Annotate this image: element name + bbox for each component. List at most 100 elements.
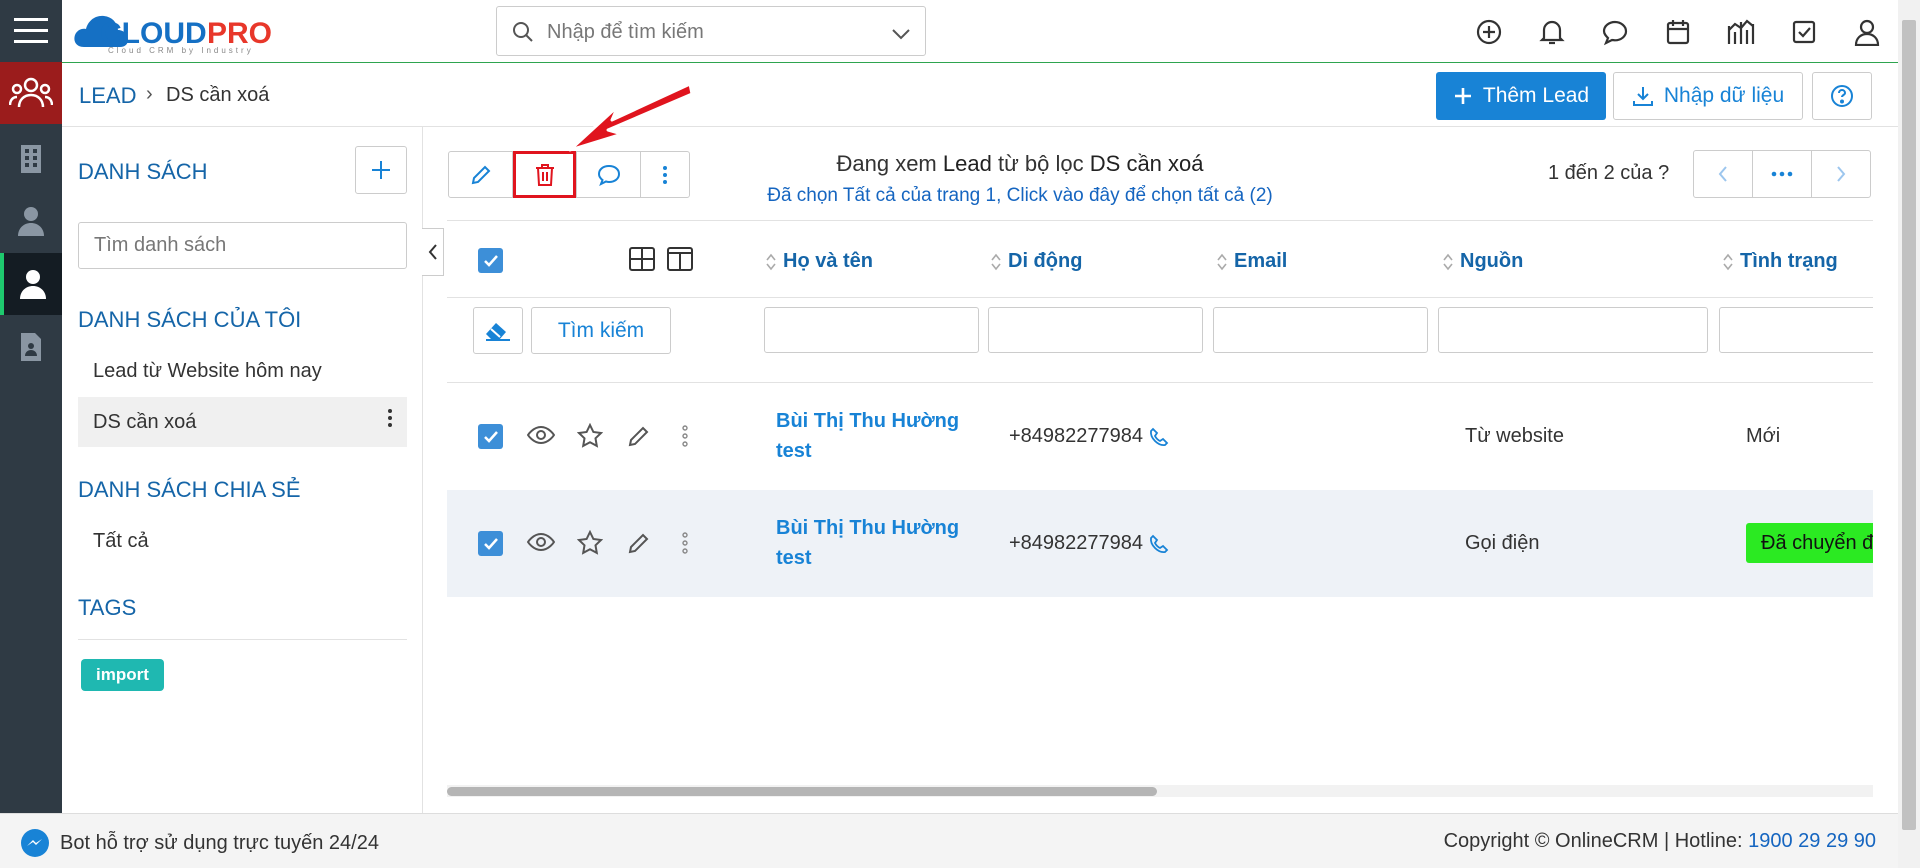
scrollbar-thumb[interactable] <box>447 787 1157 796</box>
row-menu-icon[interactable] <box>682 425 688 453</box>
rail-building-icon[interactable] <box>0 128 62 190</box>
lead-status-badge: Đã chuyển đổi <box>1746 523 1873 563</box>
column-mobile[interactable]: Di động <box>990 250 1082 273</box>
kebab-menu-icon[interactable] <box>387 397 393 447</box>
list-item-lead-website[interactable]: Lead từ Website hôm nay <box>78 346 407 396</box>
rail-document-icon[interactable] <box>0 316 62 378</box>
column-mobile-label: Di động <box>1008 250 1083 272</box>
comment-icon[interactable] <box>577 152 641 197</box>
eraser-clear-icon[interactable] <box>473 307 523 354</box>
next-page-button[interactable] <box>1812 151 1870 197</box>
column-name[interactable]: Họ và tên <box>765 250 873 273</box>
add-lead-label: Thêm Lead <box>1482 84 1590 107</box>
edit-pencil-icon[interactable] <box>627 424 651 454</box>
lead-source: Từ website <box>1465 425 1564 447</box>
help-button[interactable] <box>1812 72 1872 120</box>
collapse-panel-button[interactable] <box>422 228 444 276</box>
horizontal-scrollbar[interactable] <box>447 785 1873 797</box>
filter-status-input[interactable] <box>1719 307 1873 353</box>
copyright-text: Copyright © OnlineCRM | Hotline: <box>1443 830 1749 852</box>
column-status-label: Tình trạng <box>1740 250 1838 272</box>
column-status[interactable]: Tình trạng <box>1722 250 1838 273</box>
plus-icon <box>1454 88 1471 104</box>
column-source[interactable]: Nguồn <box>1442 250 1523 273</box>
edit-pencil-icon[interactable] <box>449 152 513 197</box>
chat-icon[interactable] <box>1583 0 1646 63</box>
add-lead-button[interactable]: Thêm Lead <box>1436 72 1606 120</box>
viewing-prefix: Đang xem <box>836 151 937 176</box>
row-checkbox[interactable] <box>478 424 503 449</box>
prev-page-button[interactable] <box>1694 151 1753 197</box>
list-search-input[interactable]: Tìm danh sách <box>78 222 407 269</box>
phone-call-icon[interactable] <box>1149 427 1169 447</box>
pager-controls <box>1693 150 1871 198</box>
lead-name-link[interactable]: Bùi Thị Thu Hường test <box>776 406 976 466</box>
filter-name-input[interactable] <box>764 307 979 353</box>
more-actions-icon[interactable] <box>641 152 689 197</box>
report-chart-icon[interactable] <box>1709 0 1772 63</box>
filter-row: Tìm kiếm <box>447 298 1873 383</box>
add-list-button[interactable] <box>355 146 407 194</box>
sort-icon <box>1723 253 1733 270</box>
scrollbar-thumb[interactable] <box>1902 20 1916 830</box>
rail-contact-icon[interactable] <box>0 190 62 252</box>
add-circle-icon[interactable] <box>1457 0 1520 63</box>
list-item-ds-can-xoa[interactable]: DS cần xoá <box>78 397 407 447</box>
chevron-down-icon[interactable] <box>891 24 911 47</box>
list-item-label: DS cần xoá <box>93 411 197 433</box>
sort-icon <box>991 253 1001 270</box>
plus-icon <box>372 161 390 179</box>
table-row[interactable]: Bùi Thị Thu Hường test +84982277984 Từ w… <box>447 383 1873 490</box>
rail-person-icon[interactable] <box>0 253 62 315</box>
task-checkbox-icon[interactable] <box>1772 0 1835 63</box>
lead-mobile: +84982277984 <box>1009 425 1169 448</box>
tag-import[interactable]: import <box>81 659 164 691</box>
hotline-number[interactable]: 1900 29 29 90 <box>1748 830 1876 852</box>
bell-icon[interactable] <box>1520 0 1583 63</box>
table-row[interactable]: Bùi Thị Thu Hường test +84982277984 Gọi … <box>447 490 1873 597</box>
sort-icon <box>1217 253 1227 270</box>
star-icon[interactable] <box>576 529 604 561</box>
cloudpro-logo[interactable]: CLOUD PRO Cloud CRM by Industry <box>72 5 302 55</box>
view-eye-icon[interactable] <box>526 425 556 451</box>
column-layout-icon[interactable] <box>667 247 693 277</box>
column-email[interactable]: Email <box>1216 250 1287 273</box>
breadcrumb-separator: › <box>146 83 153 105</box>
lead-name-link[interactable]: Bùi Thị Thu Hường test <box>776 513 976 573</box>
my-lists-title: DANH SÁCH CỦA TÔI <box>78 307 302 332</box>
filter-source-input[interactable] <box>1438 307 1708 353</box>
grid-view-icon[interactable] <box>629 247 655 277</box>
import-data-button[interactable]: Nhập dữ liệu <box>1613 72 1803 120</box>
search-placeholder: Nhập để tìm kiếm <box>547 21 704 43</box>
hamburger-menu-icon[interactable] <box>0 0 62 62</box>
pager-total[interactable]: ? <box>1658 162 1669 184</box>
row-checkbox[interactable] <box>478 531 503 556</box>
filter-email-input[interactable] <box>1213 307 1428 353</box>
calendar-icon[interactable] <box>1646 0 1709 63</box>
breadcrumb-root-link[interactable]: LEAD <box>79 83 136 109</box>
support-bot-link[interactable]: Bot hỗ trợ sử dụng trực tuyến 24/24 <box>20 828 379 858</box>
filter-mobile-input[interactable] <box>988 307 1203 353</box>
select-all-link[interactable]: Đã chọn Tất cả của trang 1, Click vào đâ… <box>700 185 1340 207</box>
viewing-filter: DS cần xoá <box>1089 151 1204 176</box>
delete-highlight-box <box>513 151 576 198</box>
user-profile-icon[interactable] <box>1835 0 1898 63</box>
ellipsis-icon <box>1771 171 1793 177</box>
list-item-all[interactable]: Tất cả <box>78 516 407 566</box>
vertical-scrollbar[interactable] <box>1898 0 1920 868</box>
lead-mobile: +84982277984 <box>1009 532 1169 555</box>
column-source-label: Nguồn <box>1460 250 1524 272</box>
row-menu-icon[interactable] <box>682 532 688 560</box>
select-all-checkbox[interactable] <box>478 248 503 273</box>
lead-mobile-value: +84982277984 <box>1009 425 1144 447</box>
edit-pencil-icon[interactable] <box>627 531 651 561</box>
table-search-button[interactable]: Tìm kiếm <box>531 307 671 354</box>
tags-title: TAGS <box>78 595 137 620</box>
rail-leads-icon[interactable] <box>0 62 62 124</box>
star-icon[interactable] <box>576 422 604 454</box>
page-more-button[interactable] <box>1753 151 1812 197</box>
column-name-label: Họ và tên <box>783 250 874 272</box>
phone-call-icon[interactable] <box>1149 534 1169 554</box>
global-search-input[interactable]: Nhập để tìm kiếm <box>496 6 926 56</box>
view-eye-icon[interactable] <box>526 532 556 558</box>
